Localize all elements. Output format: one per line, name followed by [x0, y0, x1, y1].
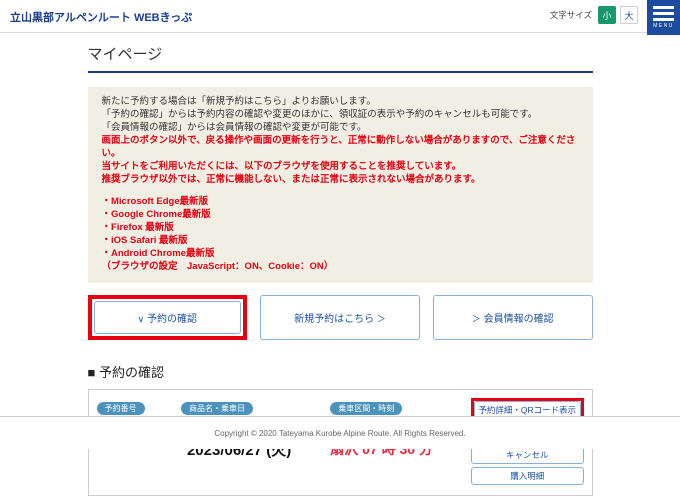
menu-button-label: MENU: [653, 24, 674, 29]
confirm-reservation-label: 予約の確認: [147, 314, 197, 325]
hamburger-icon: [653, 12, 674, 15]
header: 立山黒部アルペンルート WEBきっぷ 文字サイズ 小 大 MENU: [0, 0, 680, 33]
browser-item: ・Firefox 最新版: [102, 221, 579, 234]
footer: Copyright © 2020 Tateyama Kurobe Alpine …: [0, 416, 680, 449]
confirm-reservation-button[interactable]: ∨ 予約の確認: [94, 301, 242, 334]
member-info-button[interactable]: ＞ 会員情報の確認: [433, 295, 593, 340]
page-title: マイページ: [88, 43, 593, 73]
font-size-controls: 文字サイズ 小 大: [550, 6, 638, 24]
chevron-down-icon: ∨: [138, 314, 145, 324]
notice-line: 「予約の確認」からは予約内容の確認や変更のほかに、領収証の表示や予約のキャンセル…: [102, 108, 579, 121]
new-reservation-label: 新規予約はこちら: [294, 314, 374, 325]
chevron-right-icon: ＞: [377, 314, 386, 324]
browser-item: ・Android Chrome最新版: [102, 247, 579, 260]
hamburger-icon: [653, 18, 674, 21]
browser-item: ・Google Chrome最新版: [102, 208, 579, 221]
reservation-section-title: ■ 予約の確認: [88, 362, 593, 381]
new-reservation-button[interactable]: 新規予約はこちら ＞: [260, 295, 420, 340]
warning-line: 推奨ブラウザ以外では、正常に機能しない、または正常に表示されない場合があります。: [102, 173, 579, 186]
browser-item: ・iOS Safari 最新版: [102, 234, 579, 247]
hamburger-icon: [653, 6, 674, 9]
purchase-detail-button[interactable]: 購入明細: [471, 467, 584, 485]
font-size-large-button[interactable]: 大: [620, 6, 638, 24]
member-info-label: 会員情報の確認: [484, 314, 554, 325]
route-badge: 乗車区間・時刻: [330, 402, 402, 415]
warning-line: 画面上のボタン以外で、戻る操作や画面の更新を行うと、正常に動作しない場合がありま…: [102, 134, 579, 160]
font-size-small-button[interactable]: 小: [598, 6, 616, 24]
browser-item: ・Microsoft Edge最新版: [102, 195, 579, 208]
site-title[interactable]: 立山黒部アルペンルート WEBきっぷ: [10, 9, 192, 25]
chevron-right-icon: ＞: [472, 314, 481, 324]
font-size-label: 文字サイズ: [550, 9, 592, 21]
notice-line: 新たに予約する場合は「新規予約はこちら」よりお願いします。: [102, 95, 579, 108]
product-badge: 商品名・乗車日: [181, 402, 253, 415]
action-buttons-row: ∨ 予約の確認 新規予約はこちら ＞ ＞ 会員情報の確認: [88, 295, 593, 340]
notice-box: 新たに予約する場合は「新規予約はこちら」よりお願いします。 「予約の確認」からは…: [88, 87, 593, 283]
browser-settings-note: （ブラウザの設定 JavaScript：ON、Cookie：ON）: [102, 260, 579, 273]
notice-line: 「会員情報の確認」からは会員情報の確認や変更が可能です。: [102, 121, 579, 134]
annotation-box-confirm-reservation: ∨ 予約の確認: [88, 295, 248, 340]
warning-line: 当サイトをご利用いただくには、以下のブラウザを使用することを推奨しています。: [102, 160, 579, 173]
copyright-text: Copyright © 2020 Tateyama Kurobe Alpine …: [214, 429, 465, 438]
menu-button[interactable]: MENU: [647, 0, 680, 35]
reservation-number-badge: 予約番号: [97, 402, 145, 415]
